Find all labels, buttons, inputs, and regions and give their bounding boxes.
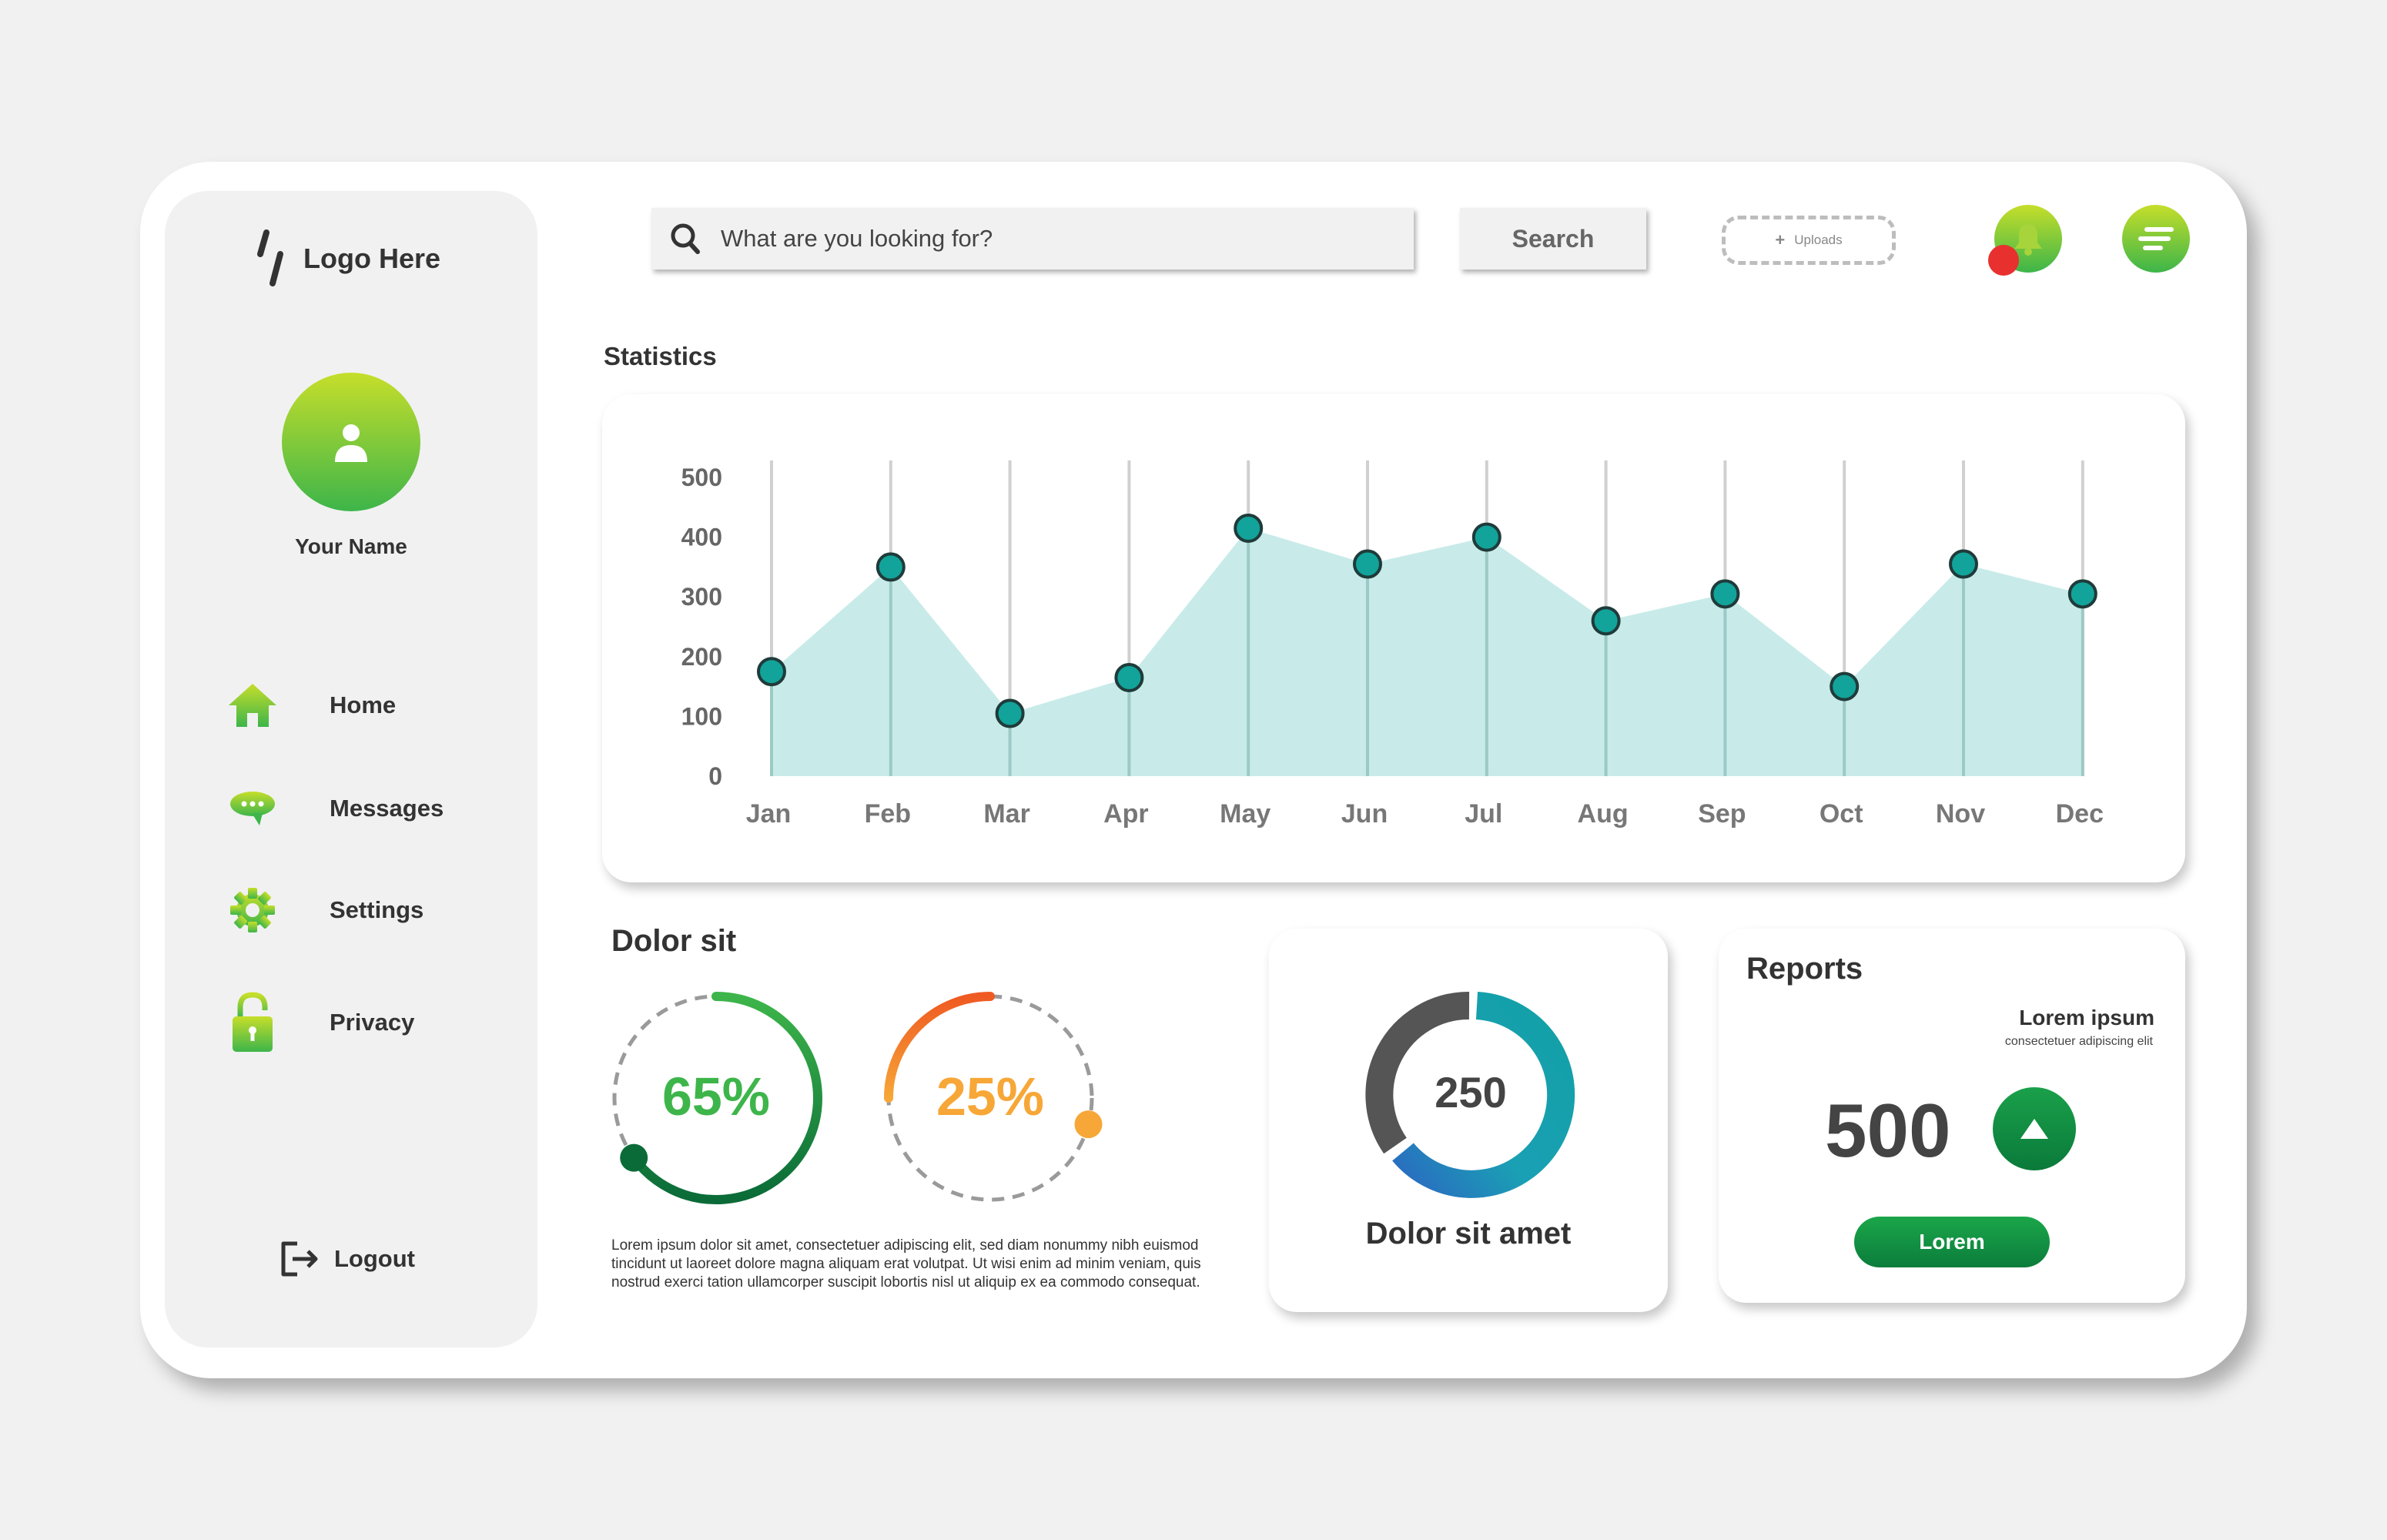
notification-badge — [1988, 245, 2019, 276]
statistics-title: Statistics — [604, 342, 717, 370]
data-point — [1591, 606, 1621, 636]
search-bar — [651, 208, 1414, 270]
sidebar-item-label: Messages — [330, 795, 444, 822]
data-point — [1353, 549, 1382, 579]
uploads-button[interactable]: + Uploads — [1722, 216, 1896, 265]
x-tick-label: Jun — [1341, 799, 1388, 829]
logout-icon — [281, 1241, 318, 1277]
data-point — [875, 552, 906, 582]
sidebar-item-settings[interactable]: Settings — [223, 879, 516, 941]
sidebar-item-label: Home — [330, 691, 397, 718]
donut-caption: Dolor sit amet — [1365, 1217, 1572, 1250]
donut-value: 250 — [1435, 1068, 1507, 1116]
y-tick-label: 500 — [681, 464, 722, 491]
y-tick-label: 300 — [681, 583, 722, 611]
data-point — [995, 698, 1025, 728]
x-tick-label: Oct — [1820, 799, 1863, 829]
lock-icon — [223, 992, 282, 1053]
data-point — [1234, 513, 1264, 543]
sidebar — [165, 191, 537, 1348]
logo: Logo Here — [254, 228, 440, 290]
lorem-button[interactable]: Lorem — [1854, 1217, 2050, 1267]
x-tick-label: Sep — [1698, 799, 1746, 829]
data-point — [1710, 579, 1740, 609]
y-tick-label: 0 — [708, 762, 722, 790]
plus-icon: + — [1775, 230, 1786, 249]
ring-1-knob — [620, 1143, 648, 1172]
reports-value: 500 — [1825, 1088, 1951, 1173]
statistics-chart: 500 400 300 200 100 0 Jan Feb Mar Apr May Jun Jul Aug… — [681, 460, 2104, 829]
x-tick-label: Feb — [865, 799, 911, 829]
sidebar-item-messages[interactable]: Messages — [223, 778, 516, 839]
y-tick-label: 100 — [681, 702, 722, 730]
gear-icon — [223, 879, 282, 941]
data-point — [1830, 671, 1860, 701]
chat-icon — [223, 778, 282, 839]
ring-2-value: 25% — [936, 1066, 1045, 1127]
reports-subtitle: Lorem ipsum — [2019, 1006, 2154, 1029]
avatar[interactable] — [282, 373, 420, 511]
sidebar-item-privacy[interactable]: Privacy — [223, 992, 516, 1053]
reports-subtitle-small: consectetuer adipiscing elit — [2004, 1035, 2153, 1048]
x-tick-label: Apr — [1103, 799, 1149, 829]
y-tick-label: 200 — [681, 643, 722, 671]
x-tick-label: Jan — [746, 799, 792, 829]
trend-up-button[interactable] — [1993, 1087, 2076, 1170]
menu-icon — [2138, 227, 2174, 250]
x-tick-label: May — [1220, 799, 1270, 829]
logout-label: Logout — [334, 1245, 416, 1272]
dolor-sit-title: Dolor sit — [611, 924, 737, 958]
data-point — [1949, 549, 1978, 579]
x-tick-label: Mar — [983, 799, 1029, 829]
sidebar-item-home[interactable]: Home — [223, 675, 516, 736]
data-point — [2067, 579, 2097, 609]
x-tick-label: Jul — [1465, 799, 1502, 829]
triangle-up-icon — [2020, 1119, 2048, 1139]
data-point — [1471, 522, 1502, 552]
logout-button[interactable]: Logout — [277, 1232, 415, 1286]
uploads-label: Uploads — [1794, 233, 1843, 247]
search-input[interactable] — [721, 225, 1383, 253]
home-icon — [223, 675, 282, 736]
sidebar-item-label: Privacy — [330, 1009, 415, 1036]
user-icon — [335, 424, 367, 462]
area-series — [772, 527, 2083, 776]
search-button[interactable]: Search — [1460, 208, 1646, 270]
description-paragraph: Lorem ipsum dolor sit amet, consectetuer… — [611, 1237, 1201, 1291]
x-tick-label: Nov — [1936, 799, 1985, 829]
x-tick-label: Dec — [2056, 799, 2104, 829]
reports-title: Reports — [1746, 952, 1863, 986]
menu-button[interactable] — [2122, 205, 2190, 273]
data-point — [1114, 662, 1144, 692]
logo-text: Logo Here — [303, 243, 441, 274]
user-name: Your Name — [295, 534, 407, 558]
ring-1-value: 65% — [661, 1066, 771, 1127]
data-point — [757, 657, 786, 687]
logo-mark-icon — [257, 229, 283, 286]
sidebar-item-label: Settings — [330, 896, 424, 923]
x-tick-label: Aug — [1578, 799, 1629, 829]
search-icon[interactable] — [670, 223, 701, 255]
y-tick-label: 400 — [681, 524, 722, 551]
